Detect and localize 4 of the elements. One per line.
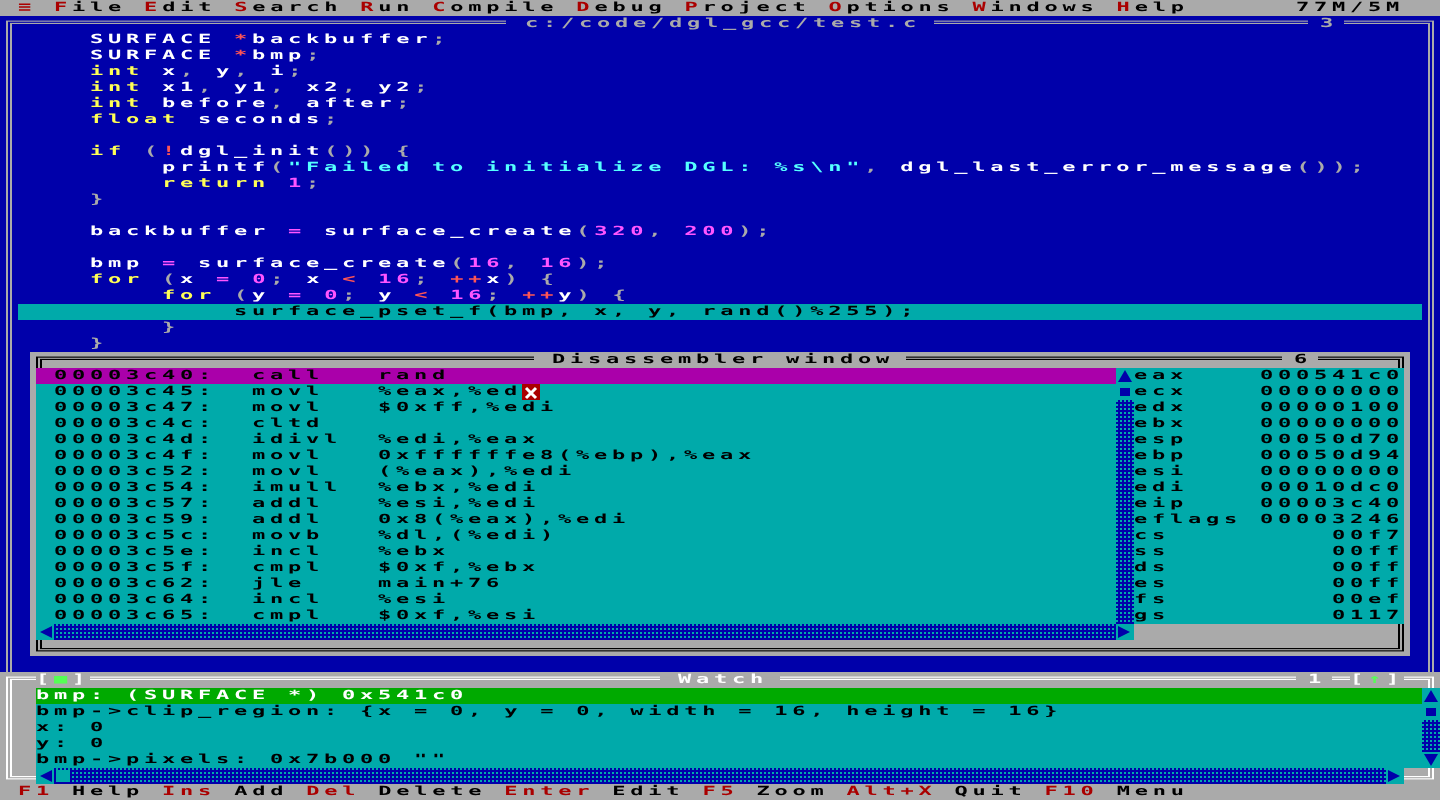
scrollbar[interactable] <box>1116 368 1134 624</box>
scrollbar[interactable] <box>1422 688 1440 768</box>
scrollbar[interactable] <box>36 768 1404 784</box>
scrollbar[interactable] <box>36 624 1134 640</box>
